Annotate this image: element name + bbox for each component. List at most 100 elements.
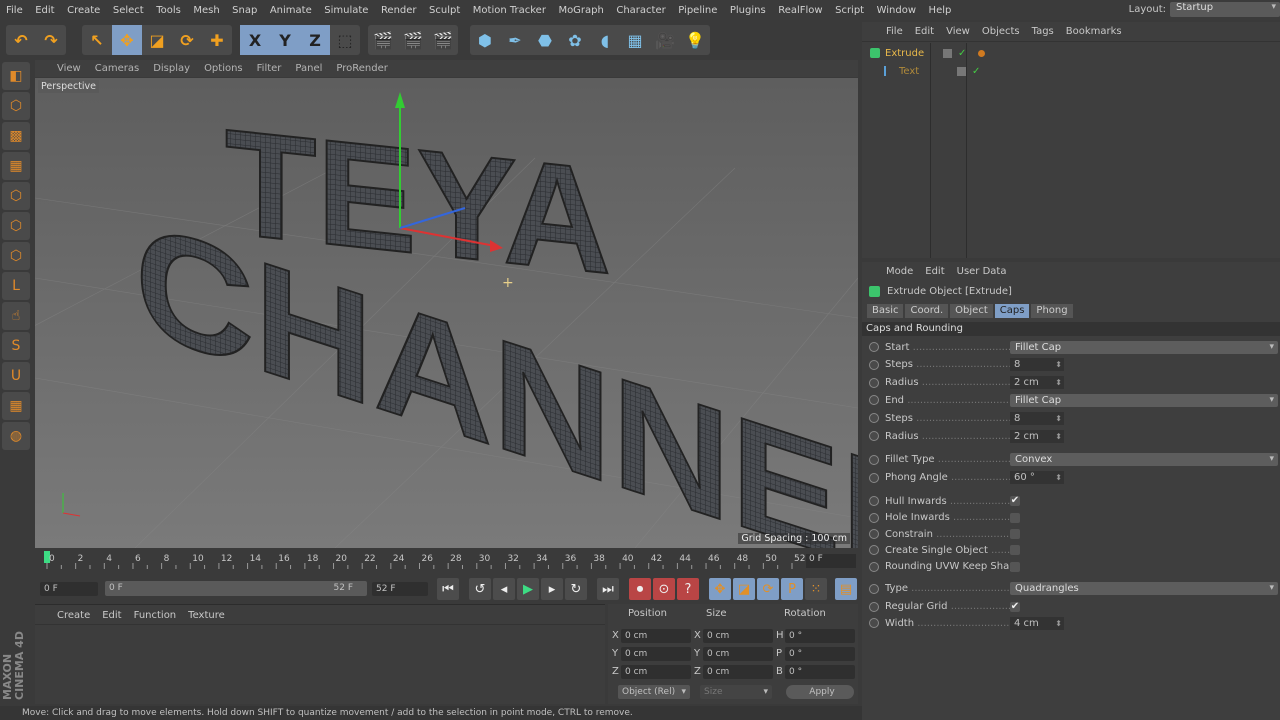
undo-button[interactable]: ↶ [6,25,36,55]
model-mode-button[interactable]: ⬡ [2,92,30,120]
phong-angle-field[interactable]: 60 ° [1010,471,1064,485]
rotation-b-field[interactable]: 0 ° [785,665,855,679]
viewport[interactable]: TEYA CHANNEL + [35,78,858,548]
rotation-p-field[interactable]: 0 ° [785,647,855,661]
constrain-checkbox[interactable] [1010,529,1020,539]
object-menu-bookmarks[interactable]: Bookmarks [1066,26,1122,37]
menu-motion-tracker[interactable]: Motion Tracker [473,5,546,16]
size-x-field[interactable]: 0 cm [703,629,773,643]
steps-field[interactable]: 8 [1010,411,1064,425]
recent-tool-button[interactable]: ✚ [202,25,232,55]
viewport-menu-options[interactable]: Options [204,63,243,74]
floor-button[interactable]: ▦ [620,25,650,55]
autokey-button[interactable]: ⊙ [653,578,675,600]
record-button[interactable]: ⏺ [629,578,651,600]
animate-radio[interactable] [869,618,879,628]
menu-animate[interactable]: Animate [270,5,312,16]
menu-script[interactable]: Script [835,5,864,16]
move-button[interactable]: ✥ [112,25,142,55]
axis-mode-button[interactable]: L [2,272,30,300]
menu-realflow[interactable]: RealFlow [778,5,822,16]
material-menu-function[interactable]: Function [134,610,177,624]
create-single-object-checkbox[interactable] [1010,545,1020,556]
key-scale-button[interactable]: ◪ [733,578,755,600]
menu-sculpt[interactable]: Sculpt [429,5,460,16]
viewport-menu-view[interactable]: View [57,63,81,74]
enabled-check-icon[interactable]: ✓ [972,66,980,77]
animate-radio[interactable] [869,472,879,483]
hole-inwards-checkbox[interactable] [1010,512,1020,523]
edges-mode-button[interactable]: ⬡ [2,212,30,240]
z-axis-button[interactable]: Z [300,25,330,55]
animate-radio[interactable] [869,496,879,507]
play-button[interactable]: ▶ [517,578,539,600]
go-to-start-button[interactable]: ⏮ [437,578,459,600]
object-menu-tags[interactable]: Tags [1032,26,1054,37]
deformer-button[interactable]: ◖ [590,25,620,55]
viewport-menu-filter[interactable]: Filter [257,63,282,74]
render-picture-viewer-button[interactable]: 🎬 [398,25,428,55]
cloner-button[interactable]: ✿ [560,25,590,55]
steps-field[interactable]: 8 [1010,358,1064,372]
attr-menu-mode[interactable]: Mode [886,266,913,277]
render-settings-button[interactable]: 🎬 [428,25,458,55]
rotation-h-field[interactable]: 0 ° [785,629,855,643]
keyframe-selection-button[interactable]: ? [677,578,699,600]
animate-radio[interactable] [869,561,879,572]
render-view-button[interactable]: 🎬 [368,25,398,55]
width-field[interactable]: 4 cm [1010,616,1064,630]
x-axis-button[interactable]: X [240,25,270,55]
material-tag-icon[interactable] [978,49,986,57]
animate-radio[interactable] [869,377,879,388]
current-frame-field[interactable]: 0 F [806,554,856,568]
make-editable-button[interactable]: ◧ [2,62,30,90]
animate-radio[interactable] [869,529,879,539]
animate-radio[interactable] [869,395,879,406]
position-y-field[interactable]: 0 cm [621,647,691,661]
position-z-field[interactable]: 0 cm [621,665,691,679]
tab-coord[interactable]: Coord. [905,304,949,318]
menu-help[interactable]: Help [929,5,952,16]
menu-snap[interactable]: Snap [232,5,257,16]
coordinate-mode-dropdown[interactable]: Object (Rel) [618,685,690,699]
animate-radio[interactable] [869,342,879,352]
radius-field[interactable]: 2 cm [1010,376,1064,390]
object-row-text[interactable]: Text ✓ [862,62,1280,80]
rounding-uvw-keep-shape-checkbox[interactable] [1010,561,1020,572]
key-parameter-button[interactable]: P [781,578,803,600]
menu-render[interactable]: Render [381,5,417,16]
redo-button[interactable]: ↷ [36,25,66,55]
radius-field[interactable]: 2 cm [1010,429,1064,443]
material-menu-edit[interactable]: Edit [102,610,121,624]
position-x-field[interactable]: 0 cm [621,629,691,643]
menu-character[interactable]: Character [616,5,665,16]
tab-phong[interactable]: Phong [1031,304,1073,318]
solo-button[interactable]: ◍ [2,422,30,450]
animate-radio[interactable] [869,454,879,465]
workplane-lock-button[interactable]: ▦ [2,392,30,420]
end-dropdown[interactable]: Fillet Cap [1010,393,1278,407]
animate-radio[interactable] [869,413,879,424]
previous-key-button[interactable]: ↺ [469,578,491,600]
animate-radio[interactable] [869,545,879,556]
animate-radio[interactable] [869,359,879,370]
pen-spline-button[interactable]: ✒ [500,25,530,55]
viewport-menu-display[interactable]: Display [153,63,190,74]
cube-button[interactable]: ⬢ [470,25,500,55]
object-menu-file[interactable]: File [886,26,903,37]
polygons-mode-button[interactable]: ⬡ [2,242,30,270]
layout-dropdown[interactable]: Startup [1170,2,1280,17]
object-row-extrude[interactable]: Extrude ✓ [862,44,1280,62]
start-frame-field[interactable]: 0 F [40,582,98,596]
object-menu-view[interactable]: View [946,26,970,37]
hull-inwards-checkbox[interactable]: ✔ [1010,496,1020,507]
visibility-toggle[interactable] [957,66,966,76]
key-rotation-button[interactable]: ⟳ [757,578,779,600]
end-frame-field[interactable]: 52 F [372,582,428,596]
material-menu-texture[interactable]: Texture [188,610,225,624]
timeline-button[interactable]: ▤ [835,578,857,600]
points-mode-button[interactable]: ⬡ [2,182,30,210]
previous-frame-button[interactable]: ◂ [493,578,515,600]
magnet-button[interactable]: U [2,362,30,390]
camera-button[interactable]: 🎥 [650,25,680,55]
